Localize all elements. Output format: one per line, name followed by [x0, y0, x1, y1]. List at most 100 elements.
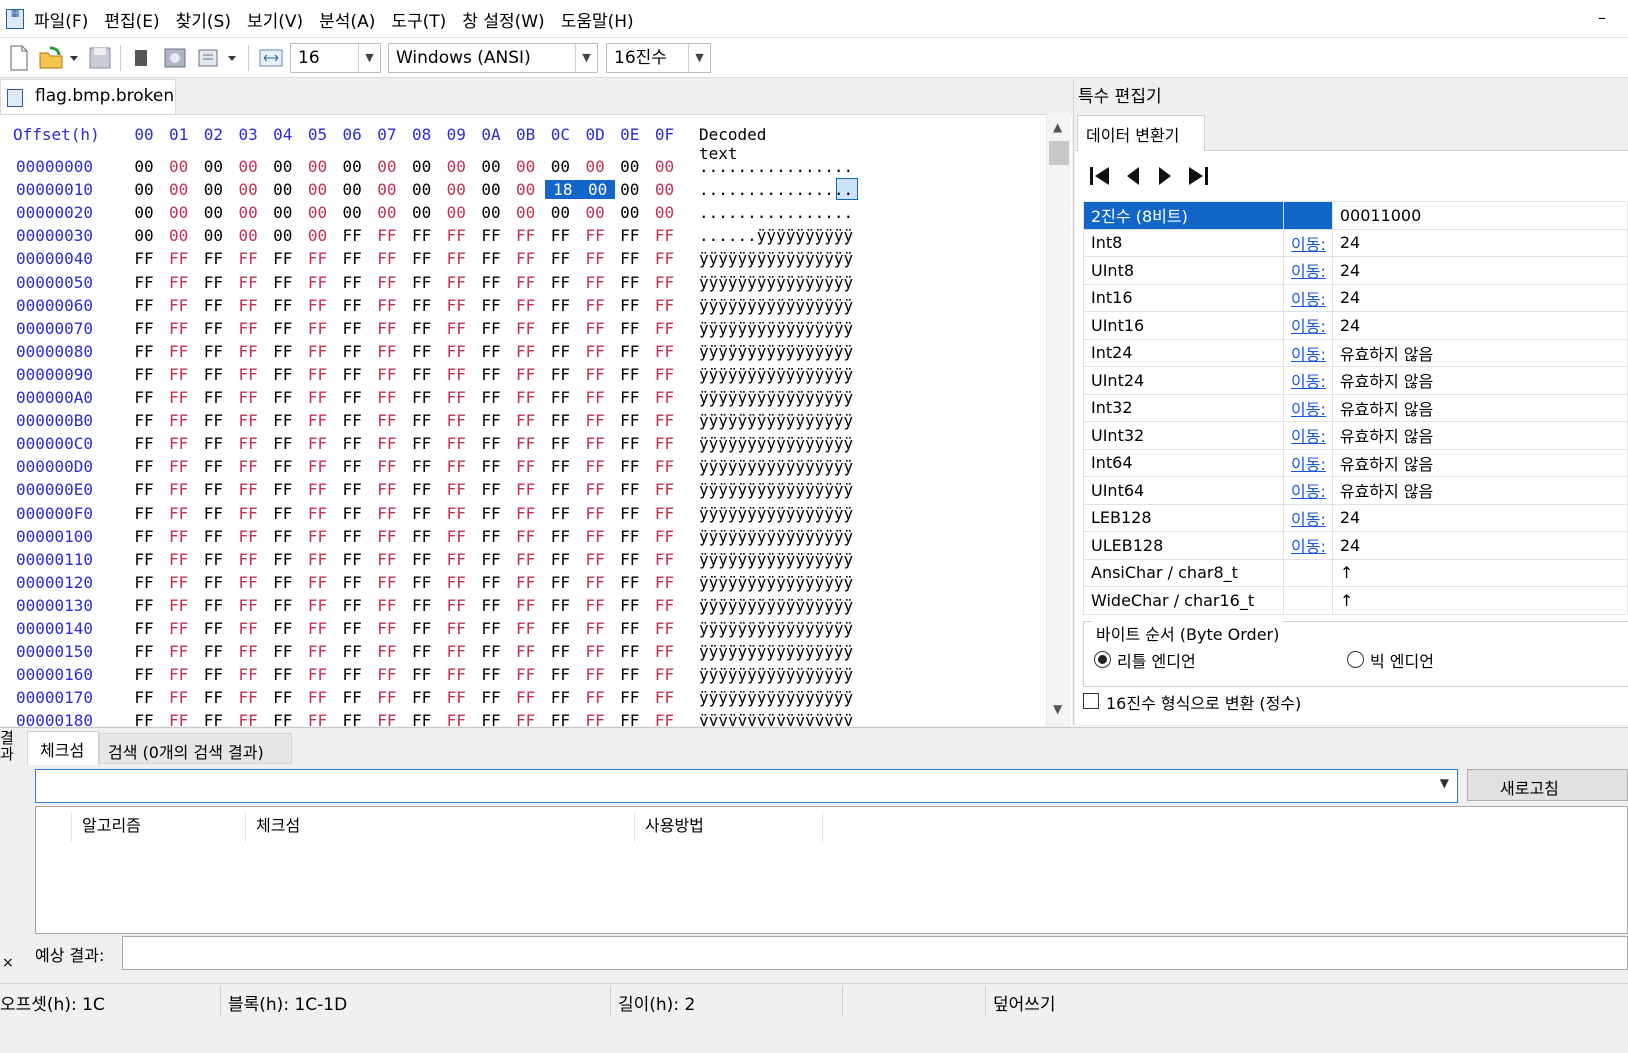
hex-byte[interactable]: FF	[441, 665, 471, 684]
hex-byte[interactable]: FF	[615, 596, 645, 615]
hex-byte[interactable]: 00	[303, 157, 333, 176]
hex-byte[interactable]: FF	[650, 388, 680, 407]
hex-byte[interactable]: FF	[268, 319, 298, 338]
hex-byte[interactable]: FF	[198, 457, 228, 476]
hex-byte[interactable]: 00	[129, 157, 159, 176]
hex-byte[interactable]: FF	[650, 296, 680, 315]
hex-byte[interactable]: FF	[615, 457, 645, 476]
hex-byte[interactable]: FF	[372, 550, 402, 569]
hex-byte[interactable]: FF	[650, 665, 680, 684]
hex-byte[interactable]: FF	[476, 273, 506, 292]
hex-byte[interactable]: FF	[650, 688, 680, 707]
hex-byte[interactable]: 00	[615, 157, 645, 176]
hex-byte[interactable]: FF	[303, 573, 333, 592]
hex-byte[interactable]: FF	[476, 527, 506, 546]
hex-row[interactable]: 00000060 FF FF FF FF FF FF FF FF FF FF FF FF FF FF FF FF…	[0, 296, 1045, 319]
hex-row[interactable]: 00000010 00 00 00 00 00 00 00 00 00 00 00 00 18 00 00 00…	[0, 178, 1045, 203]
hex-byte[interactable]: FF	[129, 457, 159, 476]
number-base-select[interactable]: 16진수 ▼	[606, 43, 711, 73]
hex-byte[interactable]: FF	[129, 296, 159, 315]
hex-byte[interactable]: 00	[407, 180, 437, 199]
hex-byte[interactable]: FF	[580, 596, 610, 615]
hex-byte[interactable]: FF	[233, 249, 263, 268]
inspector-row[interactable]: AnsiChar / char8_t ↑	[1083, 558, 1628, 587]
hex-byte[interactable]: FF	[129, 665, 159, 684]
hex-byte[interactable]: FF	[476, 388, 506, 407]
hex-byte[interactable]: FF	[441, 411, 471, 430]
hex-row[interactable]: 00000140 FF FF FF FF FF FF FF FF FF FF FF FF FF FF FF FF…	[0, 619, 1045, 642]
hex-byte[interactable]: FF	[164, 365, 194, 384]
hex-byte[interactable]: 00	[650, 203, 680, 222]
hex-byte[interactable]: FF	[511, 688, 541, 707]
hex-byte[interactable]: FF	[198, 550, 228, 569]
hex-row[interactable]: 00000020 00 00 00 00 00 00 00 00 00 00 00 00 00 00 00 00…	[0, 203, 1045, 226]
hex-byte[interactable]: FF	[303, 365, 333, 384]
hex-byte[interactable]: FF	[441, 249, 471, 268]
hex-byte[interactable]: FF	[650, 319, 680, 338]
hex-byte[interactable]: FF	[233, 342, 263, 361]
inspector-row[interactable]: UInt32 이동: 유효하지 않음	[1083, 421, 1628, 450]
hex-byte[interactable]: FF	[129, 342, 159, 361]
hex-byte[interactable]: 00	[650, 180, 680, 199]
hex-byte[interactable]: FF	[337, 688, 367, 707]
hex-byte[interactable]: FF	[303, 550, 333, 569]
scroll-down-icon[interactable]: ▼	[1053, 702, 1062, 716]
hex-byte[interactable]: FF	[372, 619, 402, 638]
hex-byte[interactable]: FF	[407, 411, 437, 430]
hex-row[interactable]: 00000170 FF FF FF FF FF FF FF FF FF FF FF FF FF FF FF FF…	[0, 688, 1045, 711]
hex-byte[interactable]: FF	[545, 642, 575, 661]
hex-byte[interactable]: FF	[268, 388, 298, 407]
hex-byte[interactable]: FF	[511, 365, 541, 384]
hex-byte[interactable]: FF	[650, 365, 680, 384]
hex-byte[interactable]: FF	[650, 434, 680, 453]
hex-byte[interactable]: FF	[511, 527, 541, 546]
hex-byte[interactable]: FF	[615, 688, 645, 707]
inspector-row[interactable]: Int32 이동: 유효하지 않음	[1083, 393, 1628, 422]
hex-byte[interactable]: FF	[198, 665, 228, 684]
hex-byte[interactable]: FF	[441, 550, 471, 569]
hex-byte[interactable]: FF	[476, 480, 506, 499]
hex-byte[interactable]: 00	[303, 226, 333, 245]
hex-byte[interactable]: FF	[476, 319, 506, 338]
hex-byte[interactable]: FF	[580, 249, 610, 268]
hex-byte[interactable]: FF	[650, 457, 680, 476]
hex-byte[interactable]: FF	[268, 457, 298, 476]
hex-byte[interactable]: FF	[129, 642, 159, 661]
hex-byte[interactable]: FF	[303, 434, 333, 453]
expected-result-input[interactable]	[122, 936, 1628, 970]
bytes-per-row-select[interactable]: 16 ▼	[290, 43, 381, 73]
hex-byte[interactable]: FF	[545, 296, 575, 315]
hex-byte[interactable]: 00	[372, 157, 402, 176]
hex-byte[interactable]: FF	[303, 527, 333, 546]
hex-byte[interactable]: FF	[407, 434, 437, 453]
menu-analysis[interactable]: 분석(A)	[319, 7, 375, 32]
hex-byte[interactable]: FF	[650, 596, 680, 615]
hex-byte[interactable]: FF	[164, 342, 194, 361]
close-icon[interactable]: ×	[2, 955, 14, 971]
inspector-value[interactable]: ↑	[1331, 558, 1628, 587]
hex-byte[interactable]: FF	[164, 480, 194, 499]
hex-byte[interactable]: FF	[129, 596, 159, 615]
hex-byte[interactable]: 00	[545, 157, 575, 176]
hex-byte[interactable]: FF	[129, 249, 159, 268]
inspector-row[interactable]: LEB128 이동: 24	[1083, 503, 1628, 532]
hex-byte[interactable]: FF	[337, 711, 367, 726]
hex-byte[interactable]: FF	[303, 296, 333, 315]
hex-byte[interactable]: FF	[580, 342, 610, 361]
hex-byte[interactable]: FF	[198, 296, 228, 315]
hex-byte[interactable]: FF	[372, 642, 402, 661]
hex-byte[interactable]: 00	[441, 180, 471, 199]
hex-byte[interactable]: FF	[407, 573, 437, 592]
hex-byte[interactable]: FF	[580, 619, 610, 638]
hex-byte[interactable]: FF	[198, 273, 228, 292]
hex-byte[interactable]: FF	[337, 249, 367, 268]
hex-byte[interactable]: FF	[372, 711, 402, 726]
hex-scrollbar[interactable]: ▲ ▼	[1046, 114, 1071, 726]
hex-byte[interactable]: FF	[372, 504, 402, 523]
hex-byte[interactable]: FF	[441, 480, 471, 499]
menu-file[interactable]: 파일(F)	[34, 7, 88, 32]
hex-byte[interactable]: FF	[511, 411, 541, 430]
hex-byte[interactable]: FF	[164, 573, 194, 592]
hex-byte[interactable]: FF	[615, 665, 645, 684]
hex-byte[interactable]: FF	[372, 365, 402, 384]
